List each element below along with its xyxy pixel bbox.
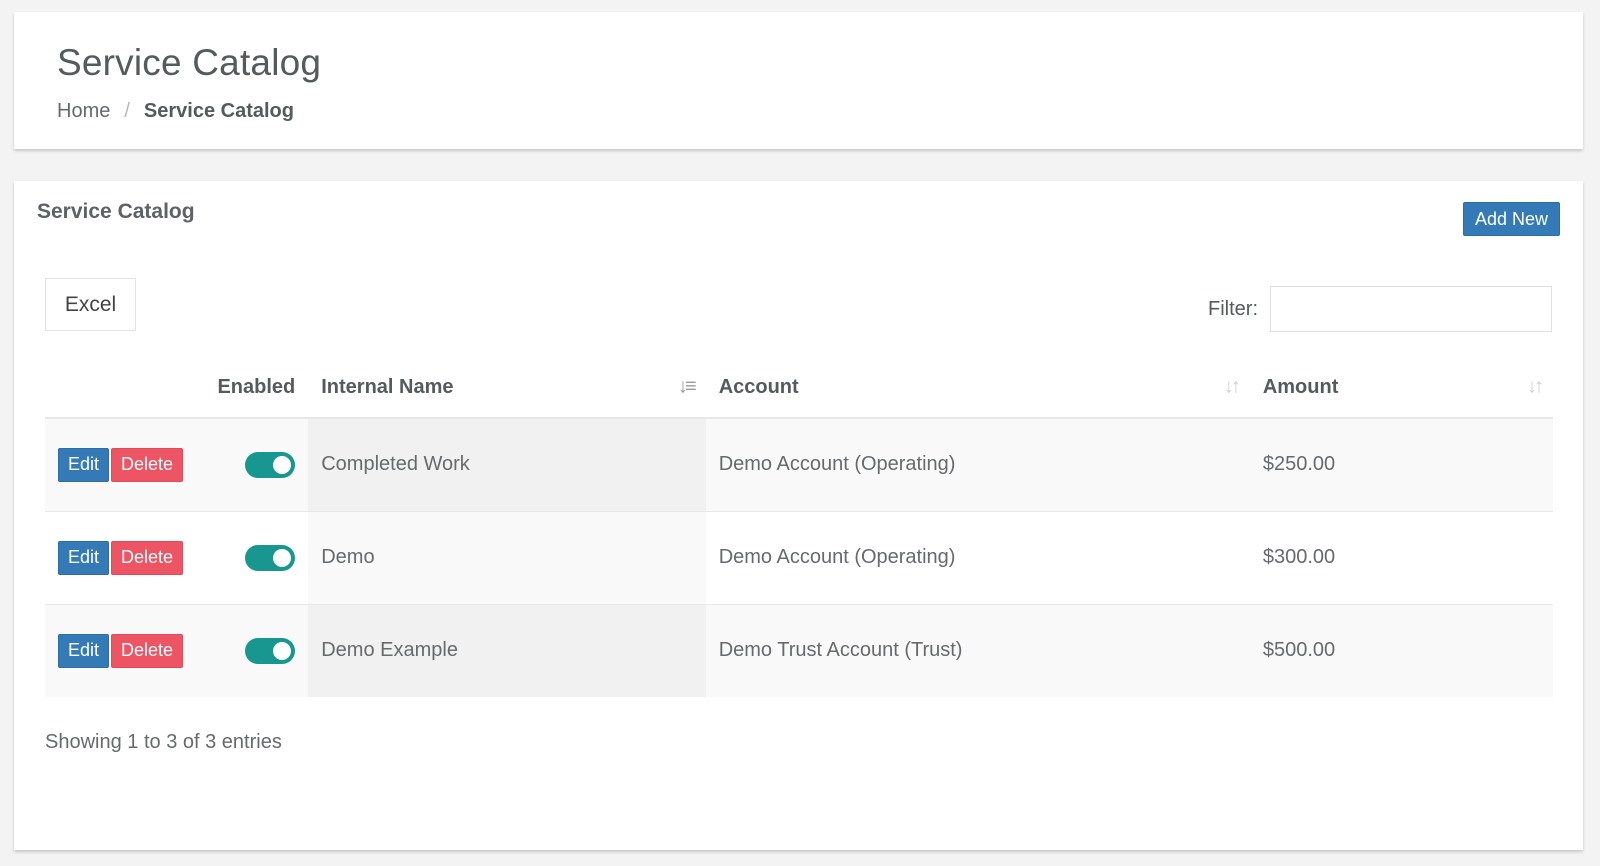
edit-button[interactable]: Edit [58,447,110,482]
breadcrumb-current: Service Catalog [143,100,294,122]
edit-button[interactable]: Edit [58,633,110,668]
enabled-cell [204,418,309,511]
filter-input[interactable] [1270,286,1552,332]
breadcrumb: Home / Service Catalog [57,100,294,123]
service-catalog-table: Enabled Internal Name ↓≡ Account ↓↑ Amou… [45,357,1553,697]
enabled-cell [204,510,309,604]
amount-cell: $500.00 [1249,603,1553,697]
add-new-button[interactable]: Add New [1463,202,1560,236]
panel-title: Service Catalog [37,200,195,223]
breadcrumb-separator: / [124,100,130,122]
delete-button[interactable]: Delete [111,540,184,575]
internal-name-cell: Demo [308,510,706,604]
table-row: Edit Delete Completed Work Demo Account (… [45,418,1553,511]
account-cell: Demo Account (Operating) [705,510,1250,604]
amount-header-label: Amount [1262,375,1339,398]
internal-name-column-header[interactable]: Internal Name ↓≡ [308,357,706,419]
account-cell: Demo Trust Account (Trust) [705,603,1250,697]
toggle-knob [273,548,292,567]
amount-cell: $250.00 [1249,418,1553,511]
sort-amount-down-icon[interactable]: ↓≡ [678,376,697,399]
table-header-row: Enabled Internal Name ↓≡ Account ↓↑ Amou… [45,357,1553,419]
toggle-knob [273,641,292,660]
toggle-knob [273,455,292,474]
internal-name-header-label: Internal Name [321,375,454,398]
account-column-header[interactable]: Account ↓↑ [705,357,1250,419]
edit-button[interactable]: Edit [58,540,110,575]
row-actions-cell: Edit Delete [45,510,205,604]
account-cell: Demo Account (Operating) [705,418,1250,511]
enabled-column-header: Enabled [204,357,309,419]
sort-icon[interactable]: ↓↑ [1527,376,1544,399]
delete-button[interactable]: Delete [111,447,184,482]
actions-column-header [45,357,205,419]
breadcrumb-home-link[interactable]: Home [57,100,110,123]
enabled-toggle[interactable] [245,544,296,571]
amount-column-header[interactable]: Amount ↓↑ [1249,357,1553,419]
filter-group: Filter: [1208,286,1552,332]
enabled-cell [204,603,309,697]
enabled-toggle[interactable] [245,637,296,664]
filter-label: Filter: [1208,297,1258,320]
row-actions-cell: Edit Delete [45,418,205,511]
service-catalog-panel: Service Catalog Add New Excel Filter: En… [14,181,1583,850]
delete-button[interactable]: Delete [111,633,184,668]
internal-name-cell: Completed Work [308,418,706,511]
enabled-toggle[interactable] [245,451,296,478]
internal-name-cell: Demo Example [308,603,706,697]
excel-export-button[interactable]: Excel [45,278,136,331]
table-row: Edit Delete Demo Example Demo Trust Accou… [45,603,1553,697]
amount-cell: $300.00 [1249,510,1553,604]
table-info: Showing 1 to 3 of 3 entries [45,731,282,753]
account-header-label: Account [718,375,799,398]
row-actions-cell: Edit Delete [45,603,205,697]
table-row: Edit Delete Demo Demo Account (Operating)… [45,510,1553,604]
page-heading: Service Catalog Home / Service Catalog [14,12,1583,149]
sort-icon[interactable]: ↓↑ [1224,376,1241,399]
page-title: Service Catalog [57,42,322,83]
